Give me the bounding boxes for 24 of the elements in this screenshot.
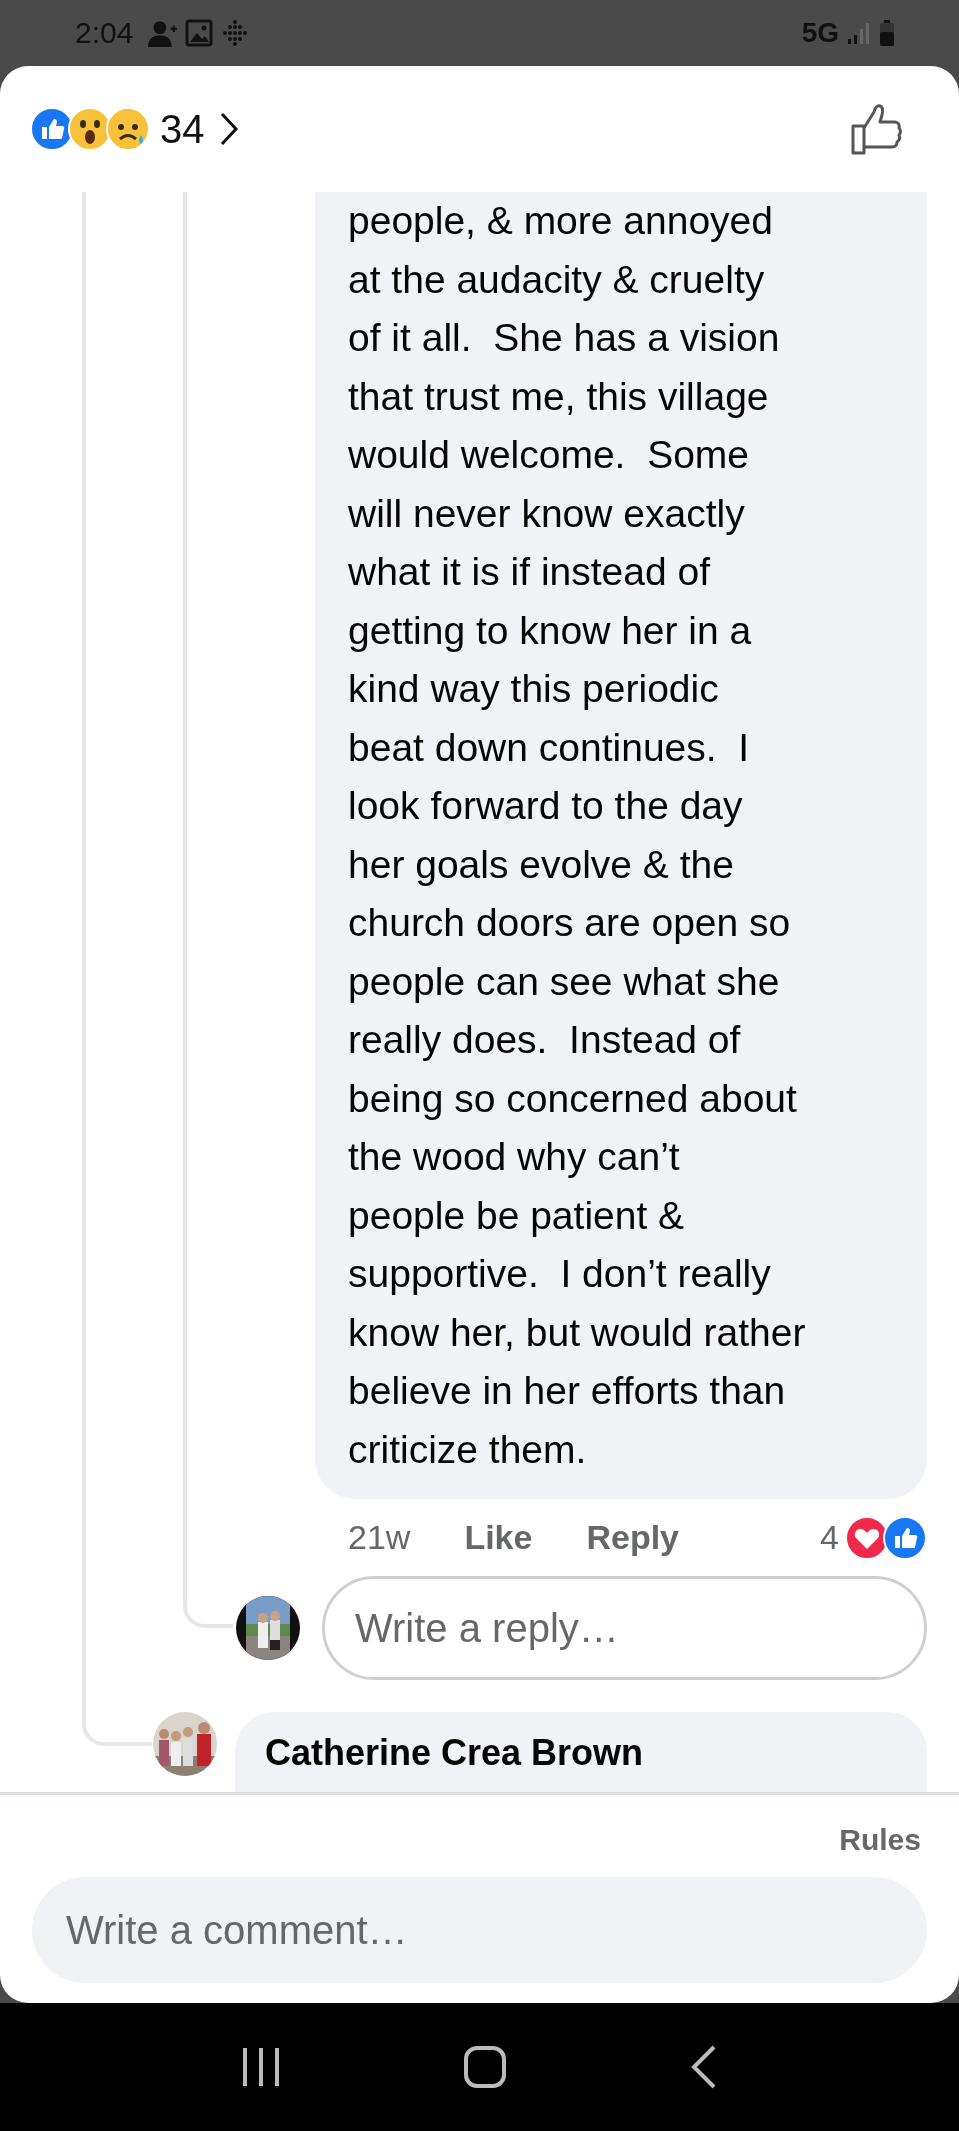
image-icon [185, 19, 214, 47]
signal-icon [847, 21, 871, 45]
comment-reaction-count[interactable]: 4 [820, 1518, 839, 1557]
reaction-count[interactable]: 34 [160, 106, 205, 152]
battery-icon [879, 19, 895, 47]
network-label: 5G [801, 17, 839, 49]
thumbs-up-icon[interactable] [850, 102, 904, 156]
rules-link[interactable]: Rules [839, 1823, 921, 1857]
comment-field[interactable]: Write a comment… [32, 1877, 927, 1983]
like-reaction-icon [883, 1515, 927, 1560]
like-link[interactable]: Like [464, 1518, 533, 1557]
chevron-right-icon[interactable] [218, 111, 239, 147]
comment-text: people, & more annoyed at the audacity & cruelty of it all. She has a vision that trust me, this village would welcome. Some will never know exactly what it is if instead of getting to know her in a kind way this periodic beat down continues. I look forward to the day her goals evolve & the church doors are open so people can see what she really does. Instead of being so concerned about the wood why can’t people be patient & supportive. I don’t really know her, but would rather believe in her efforts than criticize them. [348, 198, 807, 1473]
back-icon[interactable] [689, 2045, 718, 2089]
dots-icon [221, 19, 250, 47]
recent-apps-icon[interactable] [241, 2046, 282, 2088]
reply-field[interactable]: Write a reply… [322, 1576, 927, 1680]
reply-link[interactable]: Reply [586, 1518, 679, 1557]
home-icon[interactable] [463, 2045, 508, 2089]
sad-reaction-icon [106, 107, 150, 151]
add-contact-icon [147, 18, 178, 48]
status-time: 2:04 [75, 16, 134, 50]
comment-author[interactable]: Catherine Crea Brown [265, 1732, 644, 1773]
comment-time: 21w [348, 1518, 411, 1557]
